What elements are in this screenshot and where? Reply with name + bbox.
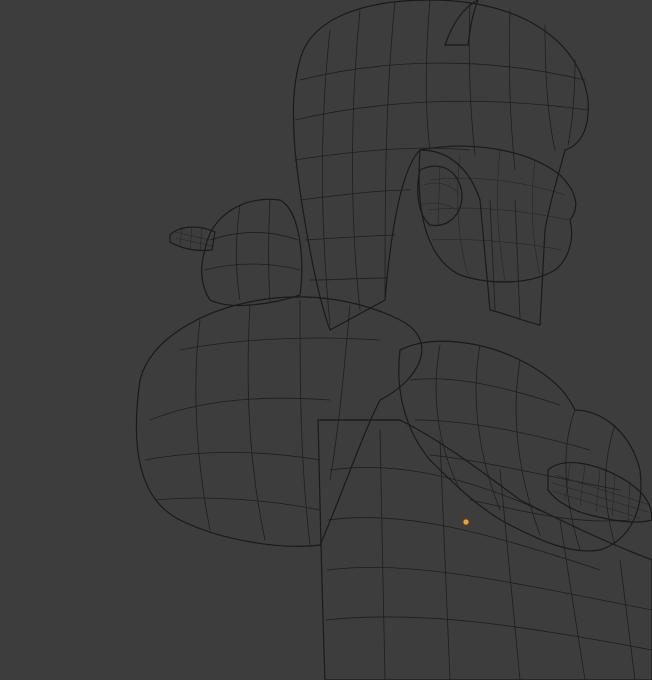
hair-tuft [444,0,479,46]
right-sleeve[interactable] [398,340,642,552]
3d-viewport[interactable] [0,0,652,680]
torso[interactable] [317,419,652,680]
mesh-scene[interactable] [0,0,652,680]
hood[interactable] [135,296,423,547]
ear[interactable] [417,164,463,226]
shoulder-puff[interactable] [201,198,303,307]
object-origin-icon[interactable] [462,518,470,526]
